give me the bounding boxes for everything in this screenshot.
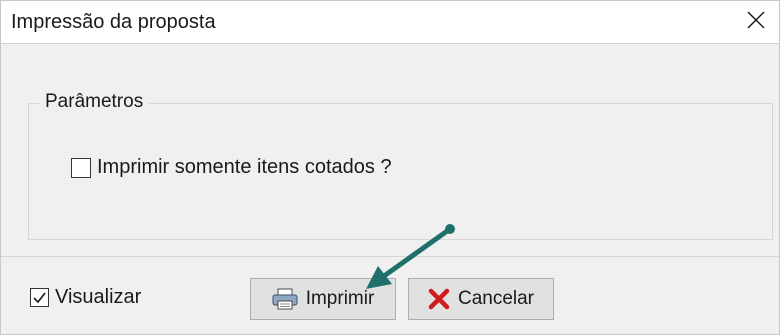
cancel-button[interactable]: Cancelar [408,278,554,320]
window-title: Impressão da proposta [11,11,216,33]
close-icon [747,10,765,34]
print-quoted-only-box[interactable] [71,157,91,178]
print-button-label: Imprimir [305,288,375,309]
print-proposal-dialog: Impressão da proposta Parâmetros Imprimi… [0,0,780,335]
preview-label: Visualizar [55,286,142,308]
printer-icon [272,288,298,310]
print-quoted-only-label: Imprimir somente itens cotados ? [97,156,392,178]
preview-checkbox[interactable]: Visualizar [30,286,141,309]
cancel-button-label: Cancelar [457,288,535,309]
title-separator [1,43,779,44]
print-button[interactable]: Imprimir [250,278,396,320]
red-x-icon [428,288,450,310]
preview-box[interactable] [30,288,49,307]
title-bar: Impressão da proposta [1,1,779,43]
print-quoted-only-checkbox[interactable]: Imprimir somente itens cotados ? [71,156,392,179]
checkmark-icon [33,292,46,304]
footer-separator [1,256,779,257]
parameters-legend: Parâmetros [39,91,150,113]
close-button[interactable] [733,1,779,43]
